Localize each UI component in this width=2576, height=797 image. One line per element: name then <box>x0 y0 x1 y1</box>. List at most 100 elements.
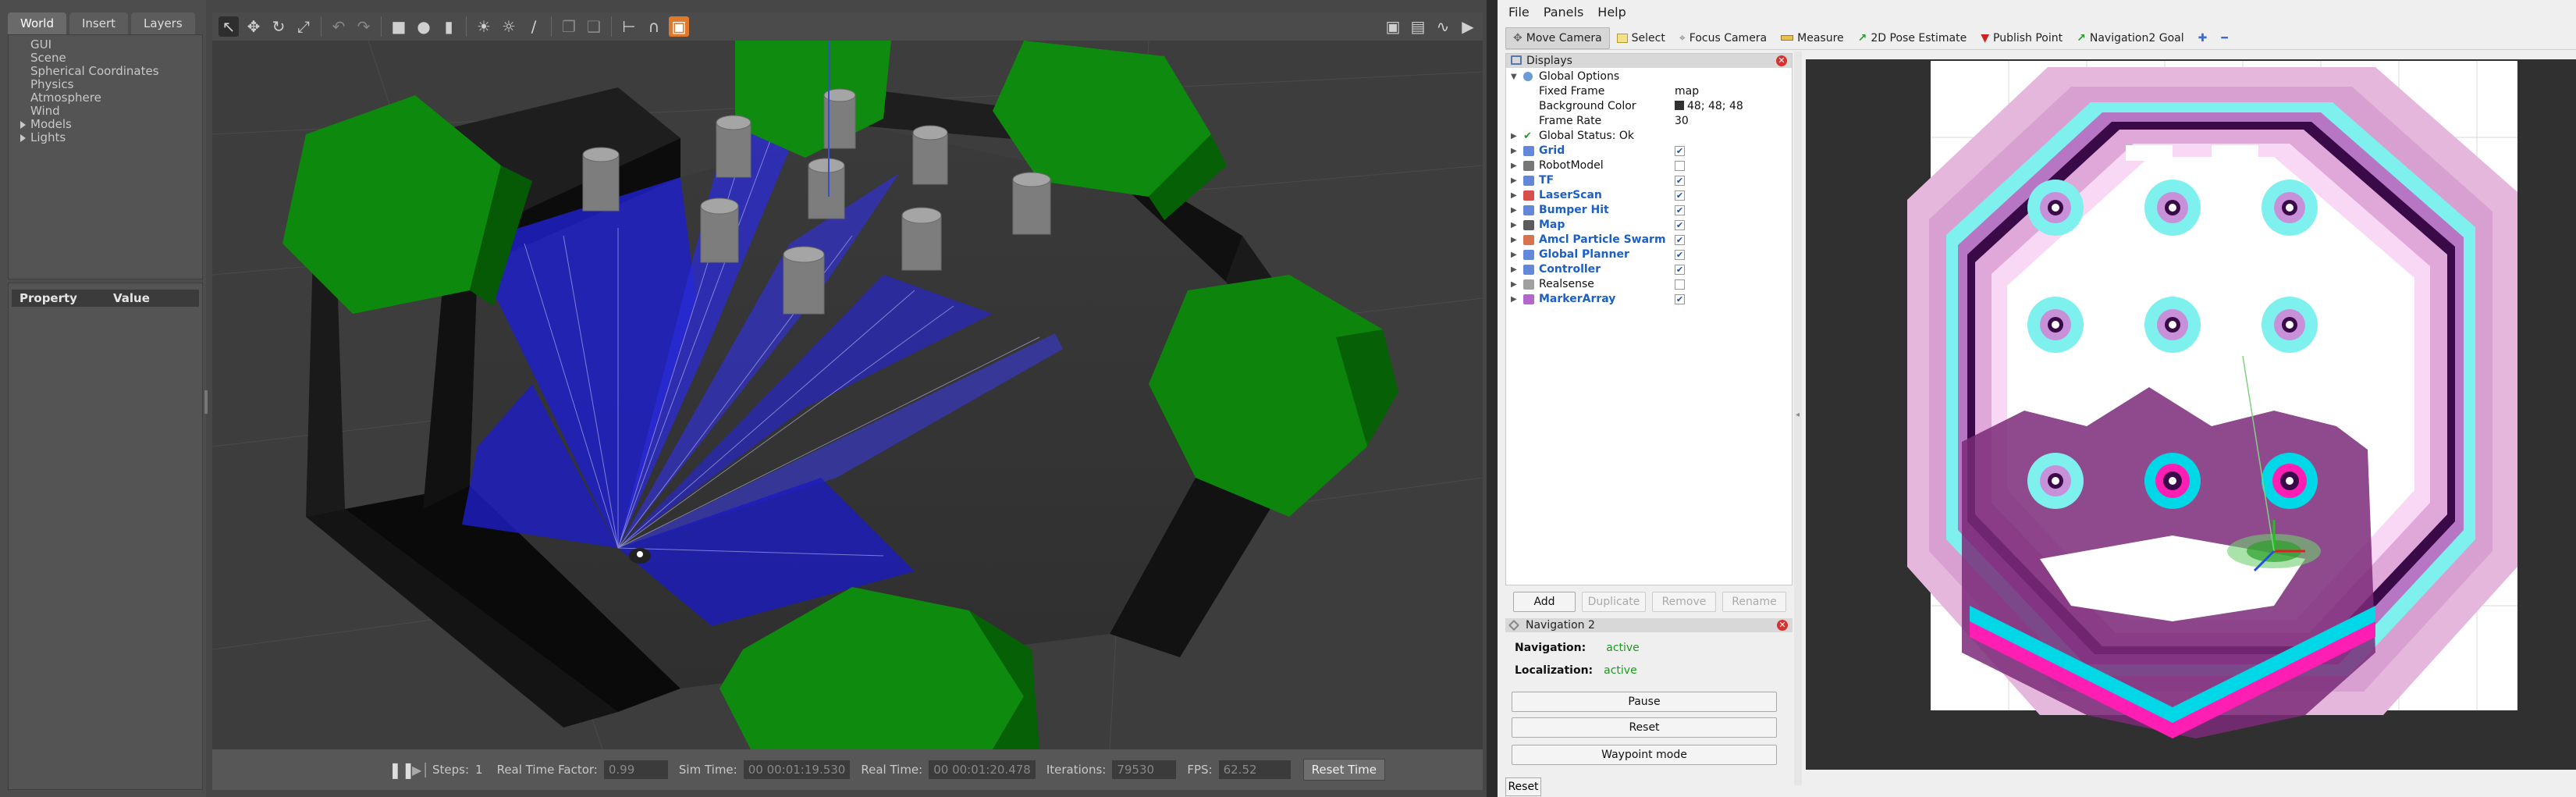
display-row-realsense[interactable]: ▶ Realsense <box>1506 277 1792 292</box>
step-icon[interactable]: ▶│ <box>412 763 429 777</box>
chevron-right-icon[interactable]: ▶ <box>1511 233 1517 247</box>
display-row-amcl-particle-swarm[interactable]: ▶ Amcl Particle Swarm ✔ <box>1506 233 1792 247</box>
tree-item-lights[interactable]: Lights <box>9 131 202 144</box>
display-checkbox[interactable]: ✔ <box>1675 250 1685 260</box>
chevron-right-icon[interactable]: ▶ <box>1511 144 1517 158</box>
point-light-icon[interactable]: ☀ <box>474 16 494 37</box>
add-button[interactable]: Add <box>1513 592 1576 612</box>
pose-estimate-tool[interactable]: ↗ 2D Pose Estimate <box>1851 27 1974 49</box>
chevron-right-icon[interactable]: ▶ <box>1511 129 1517 144</box>
measure-tool[interactable]: Measure <box>1774 27 1851 49</box>
option-value[interactable]: 48; 48; 48 <box>1675 99 1743 114</box>
menu-file[interactable]: File <box>1508 5 1530 23</box>
tab-layers[interactable]: Layers <box>131 12 195 34</box>
gazebo-3d-viewport[interactable] <box>212 41 1483 749</box>
duplicate-button[interactable]: Duplicate <box>1582 592 1646 612</box>
display-row-tf[interactable]: ▶ TF ✔ <box>1506 173 1792 188</box>
display-checkbox[interactable]: ✔ <box>1675 146 1685 156</box>
display-checkbox[interactable]: ✔ <box>1675 190 1685 201</box>
chevron-right-icon[interactable]: ▶ <box>1511 218 1517 233</box>
box-icon[interactable]: ■ <box>389 16 409 37</box>
display-row-grid[interactable]: ▶ Grid ✔ <box>1506 144 1792 158</box>
menu-help[interactable]: Help <box>1597 5 1626 23</box>
global-status-row[interactable]: ▶ ✔ Global Status: Ok <box>1506 129 1792 144</box>
display-checkbox[interactable] <box>1675 161 1685 171</box>
nav-reset-button[interactable]: Reset <box>1512 717 1777 738</box>
chevron-right-icon[interactable]: ▶ <box>1511 247 1517 262</box>
option-row-frame-rate[interactable]: Frame Rate 30 <box>1506 114 1792 129</box>
redo-icon[interactable]: ↷ <box>354 16 374 37</box>
move-camera-tool[interactable]: ✥ Move Camera <box>1505 27 1610 49</box>
rotate-icon[interactable]: ↻ <box>268 16 289 37</box>
splitter-handle[interactable]: ◂ <box>1794 52 1802 785</box>
cylinder-icon[interactable]: ▮ <box>439 16 459 37</box>
snap-icon[interactable]: ∩ <box>644 16 664 37</box>
pause-button[interactable]: Pause <box>1512 692 1777 712</box>
display-row-robotmodel[interactable]: ▶ RobotModel <box>1506 158 1792 173</box>
reset-button[interactable]: Reset <box>1505 777 1541 796</box>
plot-icon[interactable]: ∿ <box>1433 16 1453 37</box>
option-row-fixed-frame[interactable]: Fixed Frame map <box>1506 84 1792 99</box>
chevron-right-icon[interactable]: ▶ <box>1511 292 1517 307</box>
select-tool[interactable]: Select <box>1610 27 1672 49</box>
publish-point-tool[interactable]: ▼ Publish Point <box>1974 27 2070 49</box>
add-tool-button[interactable]: ✚ <box>2191 27 2215 49</box>
undo-icon[interactable]: ↶ <box>329 16 349 37</box>
rviz-3d-view[interactable] <box>1806 59 2576 770</box>
panel-splitter[interactable] <box>204 390 208 414</box>
menu-panels[interactable]: Panels <box>1544 5 1584 23</box>
display-checkbox[interactable]: ✔ <box>1675 220 1685 230</box>
translate-icon[interactable]: ✥ <box>243 16 264 37</box>
display-checkbox[interactable] <box>1675 279 1685 290</box>
tree-item-models[interactable]: Models <box>9 118 202 131</box>
collapse-arrow-icon[interactable]: ◂ <box>1796 411 1802 419</box>
tree-item-scene[interactable]: Scene <box>9 52 202 65</box>
spot-light-icon[interactable]: ☼ <box>499 16 519 37</box>
log-icon[interactable]: ▤ <box>1408 16 1428 37</box>
chevron-right-icon[interactable]: ▶ <box>1511 188 1517 203</box>
close-icon[interactable]: ✕ <box>1777 620 1788 631</box>
focus-camera-tool[interactable]: ⌖ Focus Camera <box>1672 27 1774 49</box>
align-icon[interactable]: ⊢ <box>619 16 639 37</box>
copy-icon[interactable]: ❐ <box>559 16 579 37</box>
display-checkbox[interactable]: ✔ <box>1675 265 1685 275</box>
chevron-down-icon[interactable]: ▼ <box>1511 69 1517 84</box>
chevron-right-icon[interactable]: ▶ <box>1511 277 1517 292</box>
pause-icon[interactable]: ❚❚ <box>389 760 415 779</box>
remove-tool-button[interactable]: ━ <box>2214 27 2234 49</box>
tree-item-physics[interactable]: Physics <box>9 78 202 91</box>
display-checkbox[interactable]: ✔ <box>1675 205 1685 215</box>
display-row-global-planner[interactable]: ▶ Global Planner ✔ <box>1506 247 1792 262</box>
option-row-background-color[interactable]: Background Color 48; 48; 48 <box>1506 99 1792 114</box>
display-checkbox[interactable]: ✔ <box>1675 176 1685 186</box>
rename-button[interactable]: Rename <box>1722 592 1786 612</box>
paste-icon[interactable]: ❑ <box>584 16 604 37</box>
display-checkbox[interactable]: ✔ <box>1675 235 1685 245</box>
tab-world[interactable]: World <box>8 12 66 34</box>
chevron-right-icon[interactable]: ▶ <box>1511 173 1517 188</box>
display-row-map[interactable]: ▶ Map ✔ <box>1506 218 1792 233</box>
display-row-controller[interactable]: ▶ Controller ✔ <box>1506 262 1792 277</box>
option-value[interactable]: 30 <box>1675 114 1689 129</box>
display-checkbox[interactable]: ✔ <box>1675 294 1685 304</box>
tree-item-wind[interactable]: Wind <box>9 105 202 118</box>
option-value[interactable]: map <box>1675 84 1699 99</box>
display-row-markerarray[interactable]: ▶ MarkerArray ✔ <box>1506 292 1792 307</box>
select-arrow-icon[interactable]: ↖ <box>219 16 239 37</box>
video-icon[interactable]: ▶ <box>1458 16 1478 37</box>
tree-item-spherical-coordinates[interactable]: Spherical Coordinates <box>9 65 202 78</box>
tree-item-atmosphere[interactable]: Atmosphere <box>9 91 202 105</box>
global-options-row[interactable]: ▼ Global Options <box>1506 69 1792 84</box>
screenshot-icon[interactable]: ▣ <box>1383 16 1403 37</box>
tab-insert[interactable]: Insert <box>69 12 129 34</box>
tree-item-gui[interactable]: GUI <box>9 38 202 52</box>
display-row-bumper-hit[interactable]: ▶ Bumper Hit ✔ <box>1506 203 1792 218</box>
display-row-laserscan[interactable]: ▶ LaserScan ✔ <box>1506 188 1792 203</box>
chevron-right-icon[interactable]: ▶ <box>1511 203 1517 218</box>
nav-goal-tool[interactable]: ↗ Navigation2 Goal <box>2070 27 2190 49</box>
remove-button[interactable]: Remove <box>1652 592 1716 612</box>
chevron-right-icon[interactable]: ▶ <box>1511 262 1517 277</box>
sphere-icon[interactable]: ● <box>414 16 434 37</box>
steps-value[interactable]: 1 <box>475 763 483 777</box>
close-icon[interactable]: ✕ <box>1776 55 1787 66</box>
